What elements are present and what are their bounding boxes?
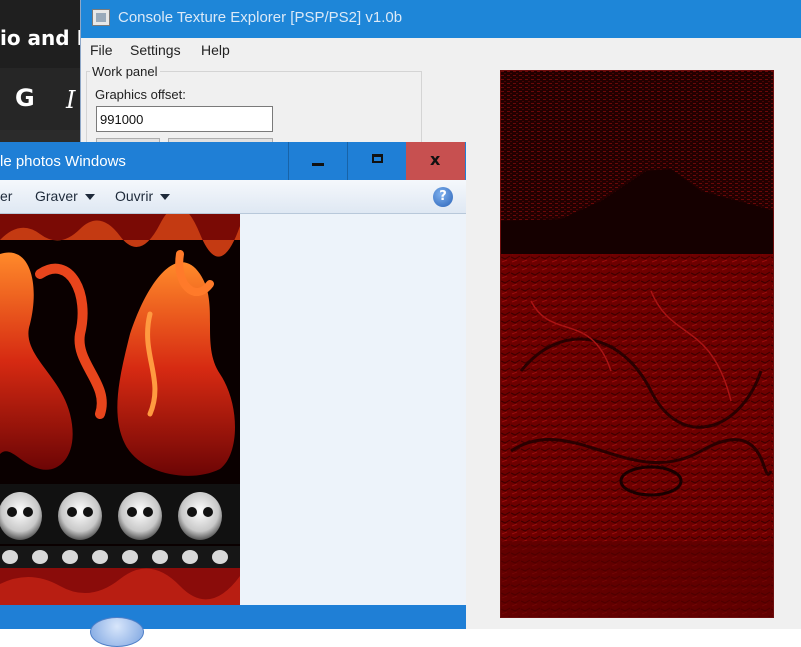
toolbar-burn-label: Graver — [35, 188, 78, 204]
close-button[interactable]: x — [406, 142, 465, 180]
help-icon[interactable]: ? — [433, 187, 453, 207]
chevron-down-icon — [84, 194, 95, 201]
bold-button[interactable]: G — [15, 84, 35, 112]
displayed-photo — [0, 214, 240, 605]
photo-viewer-title: le photos Windows — [0, 153, 126, 170]
chevron-down-icon — [160, 194, 171, 201]
italic-button[interactable]: I — [66, 86, 75, 114]
app-icon — [92, 9, 110, 26]
toolbar-open-label: Ouvrir — [115, 188, 154, 204]
menu-settings[interactable]: Settings — [130, 42, 181, 58]
toolbar-item-cut[interactable]: er — [0, 188, 12, 204]
minimize-icon — [312, 163, 324, 166]
maximize-icon — [372, 154, 383, 163]
graphics-offset-label: Graphics offset: — [95, 87, 186, 102]
photo-viewport — [0, 214, 466, 605]
work-panel-label: Work panel — [90, 64, 160, 79]
minimize-button[interactable] — [288, 142, 347, 180]
cte-menubar: File Settings Help — [81, 38, 801, 63]
flame-skull-image — [0, 214, 240, 605]
texture-preview-image — [501, 71, 773, 617]
cte-titlebar[interactable]: Console Texture Explorer [PSP/PS2] v1.0b — [81, 0, 801, 38]
slideshow-button[interactable] — [90, 617, 144, 647]
maximize-button[interactable] — [347, 142, 406, 180]
toolbar-open[interactable]: Ouvrir — [115, 188, 171, 204]
menu-help[interactable]: Help — [201, 42, 230, 58]
photo-viewer-window: le photos Windows x er Graver Ouvrir ? — [0, 142, 466, 647]
photo-viewer-toolbar: er Graver Ouvrir — [0, 180, 466, 214]
graphics-offset-input[interactable] — [96, 106, 273, 132]
photo-viewer-titlebar[interactable]: le photos Windows x — [0, 142, 466, 180]
texture-preview — [500, 70, 774, 618]
photo-viewer-bottom-bar — [0, 605, 466, 647]
menu-file[interactable]: File — [90, 42, 113, 58]
toolbar-burn[interactable]: Graver — [35, 188, 95, 204]
cte-window-title: Console Texture Explorer [PSP/PS2] v1.0b — [118, 9, 403, 26]
close-icon: x — [430, 150, 441, 169]
toolbar-item-cut-label: er — [0, 188, 13, 204]
